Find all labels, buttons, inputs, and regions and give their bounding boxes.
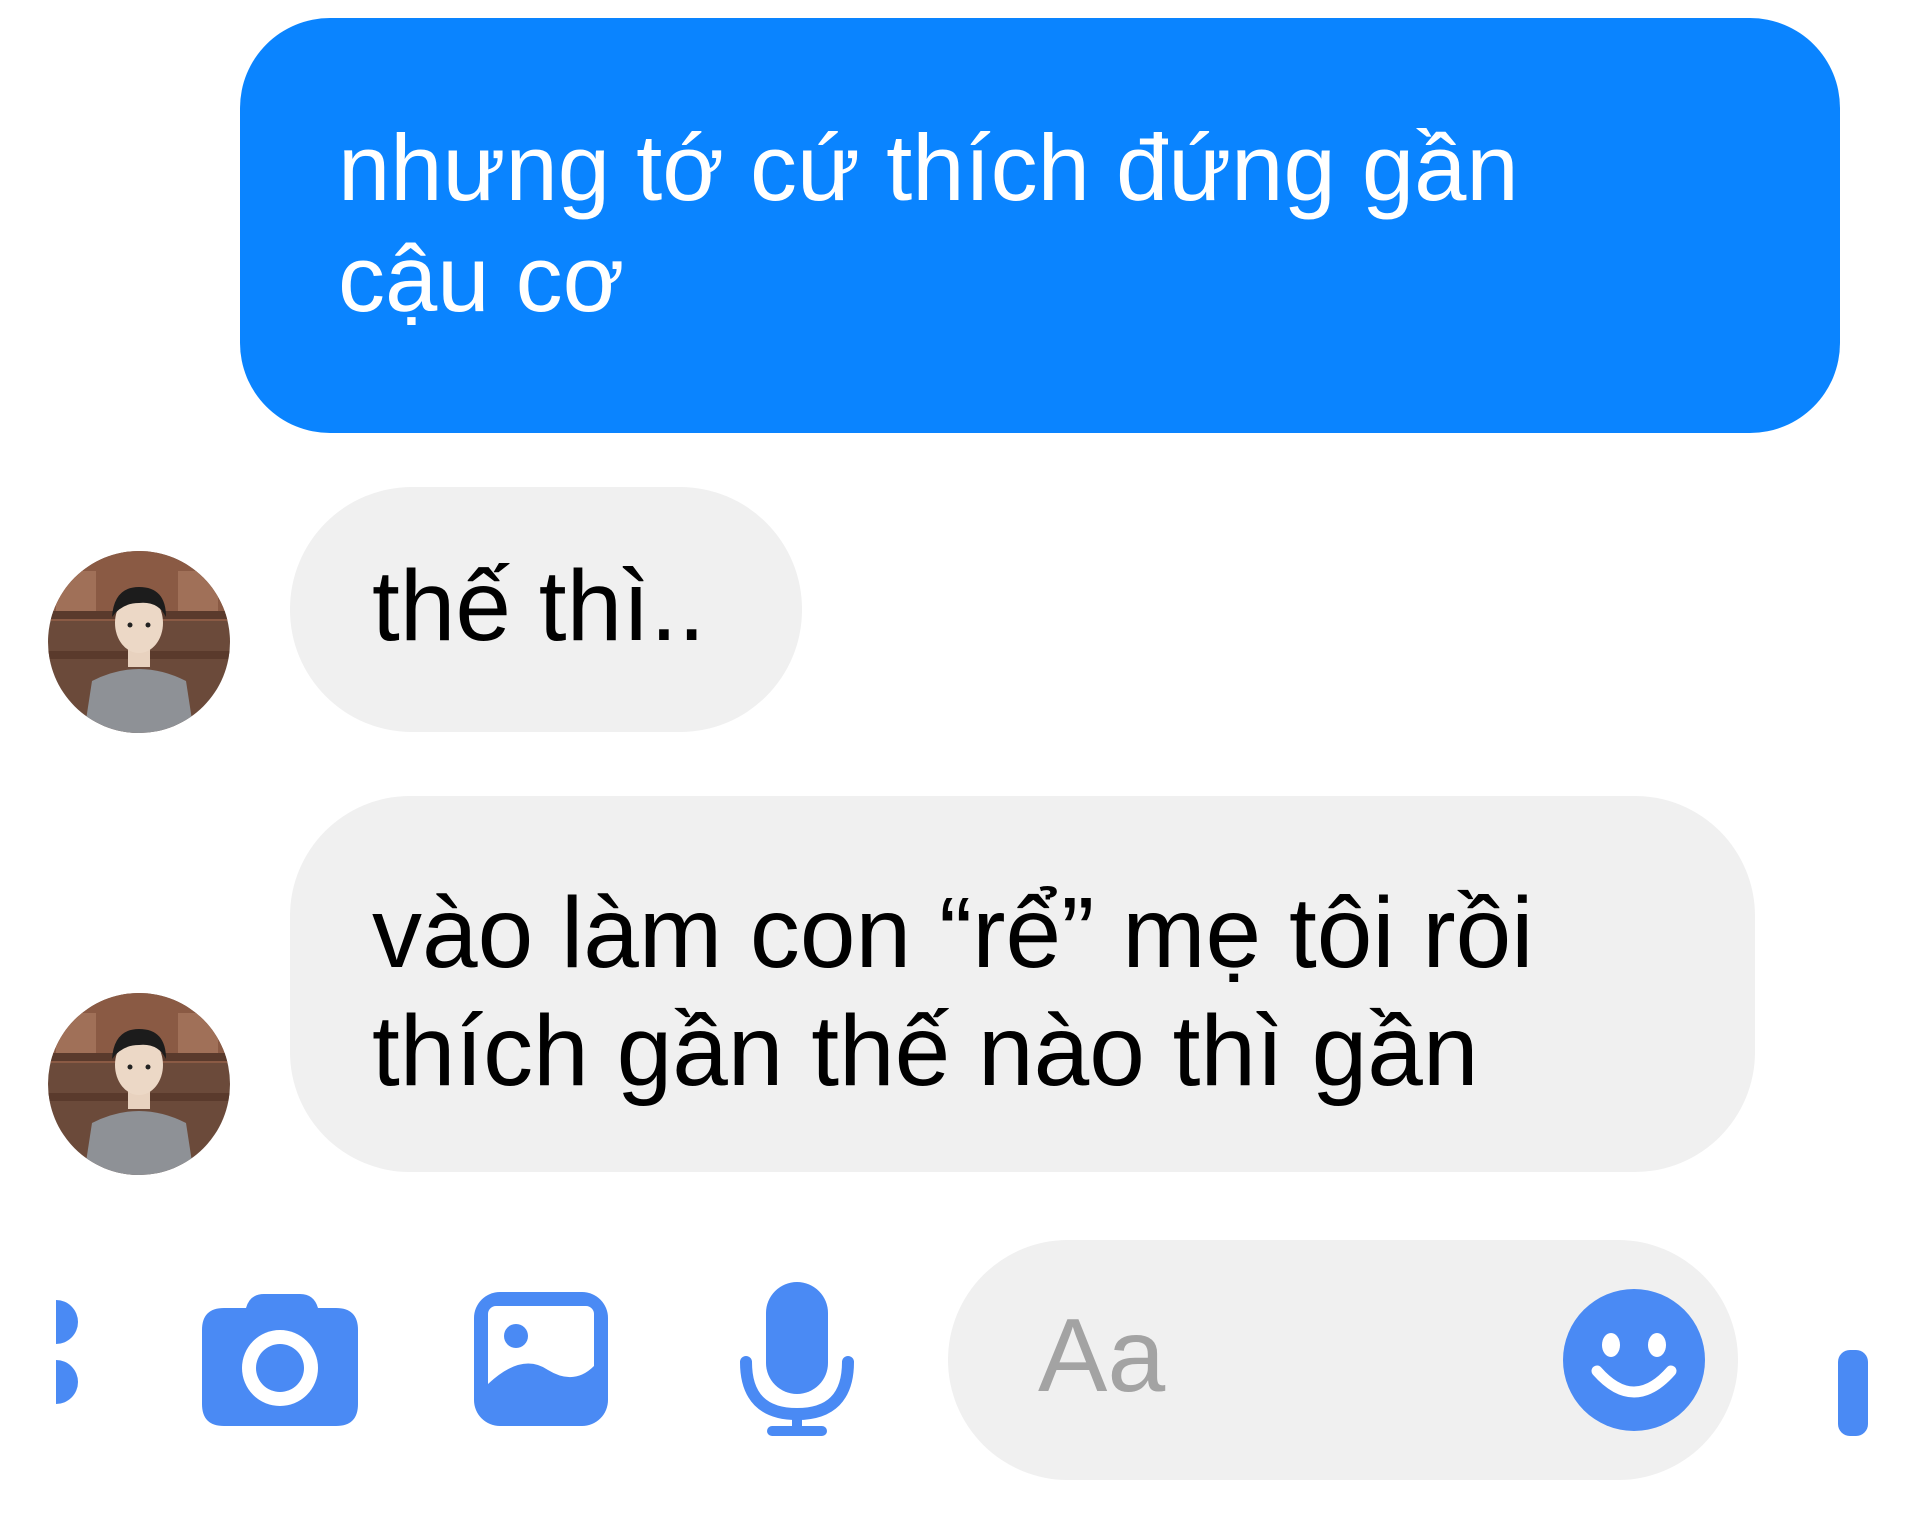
message-text-line: cậu cơ (338, 225, 625, 331)
avatar-image (48, 993, 230, 1175)
message-text-line: vào làm con “rể” mẹ tôi rồi (372, 877, 1534, 989)
microphone-icon[interactable] (738, 1282, 856, 1443)
message-input[interactable]: Aa (948, 1240, 1738, 1480)
camera-icon[interactable] (202, 1292, 362, 1433)
message-text-line: thích gần thế nào thì gần (372, 995, 1479, 1107)
avatar-image (48, 551, 230, 733)
emoji-icon[interactable] (1563, 1289, 1705, 1436)
outgoing-message-bubble[interactable]: nhưng tớ cứ thích đứng gần cậu cơ (240, 18, 1840, 433)
incoming-message-bubble[interactable]: thế thì.. (290, 487, 802, 732)
image-icon[interactable] (474, 1292, 608, 1431)
message-input-placeholder: Aa (1038, 1298, 1166, 1414)
contact-avatar[interactable] (48, 551, 230, 733)
message-text-line: nhưng tớ cứ thích đứng gần (338, 115, 1519, 220)
contact-avatar[interactable] (48, 993, 230, 1175)
incoming-message-bubble[interactable]: vào làm con “rể” mẹ tôi rồi thích gần th… (290, 796, 1755, 1172)
like-icon[interactable] (1838, 1350, 1868, 1441)
more-icon[interactable] (56, 1300, 78, 1415)
message-text-line: thế thì.. (372, 550, 706, 662)
